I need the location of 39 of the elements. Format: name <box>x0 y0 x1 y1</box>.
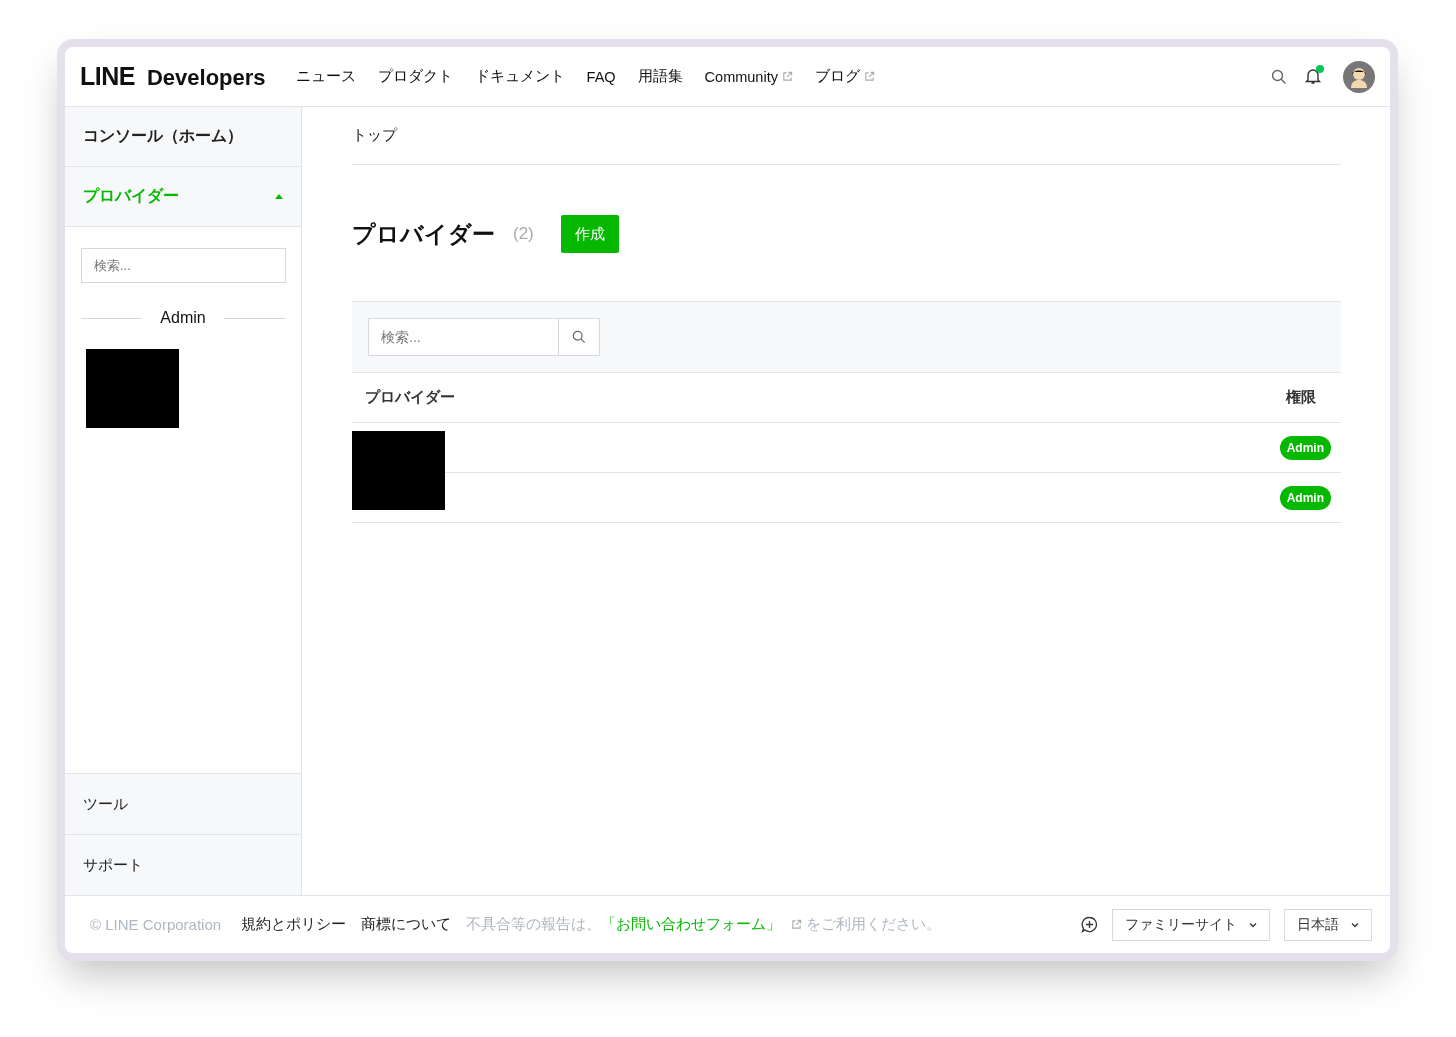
logo-subtitle[interactable]: Developers <box>146 65 266 91</box>
report-text: をご利用ください。 <box>806 915 942 934</box>
logo-text[interactable]: LINE <box>80 62 135 91</box>
search-field[interactable]: 検索... <box>368 318 559 356</box>
nav-link[interactable]: ドキュメント <box>474 67 565 86</box>
nav-link[interactable]: FAQ <box>586 68 616 85</box>
nav-link[interactable]: ニュース <box>295 67 356 86</box>
footer-link[interactable]: 商標について <box>361 915 452 934</box>
nav-link[interactable]: プロダクト <box>377 67 453 86</box>
group-label: Admin <box>160 309 206 327</box>
column-header: プロバイダー <box>365 388 455 407</box>
report-text: 不具合等の報告は、 <box>466 915 602 934</box>
page-title: プロバイダー <box>352 219 495 249</box>
search-icon <box>572 330 586 344</box>
nav-link[interactable]: 用語集 <box>637 67 683 86</box>
copyright-text: © LINE Corporation <box>90 916 222 933</box>
breadcrumb[interactable]: トップ <box>352 126 397 145</box>
footer-link[interactable]: 規約とポリシー <box>241 915 347 934</box>
sidebar-item[interactable]: コンソール（ホーム） <box>65 107 301 167</box>
external-link-icon <box>781 71 793 82</box>
external-link-icon <box>863 71 875 82</box>
sidebar-search-field[interactable]: 検索... <box>81 248 286 283</box>
chevron-down-icon <box>1351 921 1359 928</box>
sidebar-item[interactable]: サポート <box>65 834 301 895</box>
chat-plus-icon[interactable] <box>1081 916 1098 933</box>
avatar-icon[interactable] <box>1343 60 1375 93</box>
role-tag: Admin <box>1279 485 1331 510</box>
provider-count: (2) <box>513 224 534 244</box>
language-select[interactable]: 日本語 <box>1284 908 1372 941</box>
sidebar-item[interactable]: ツール <box>65 773 301 834</box>
search-button[interactable] <box>559 318 600 356</box>
nav-link[interactable]: ブログ <box>814 67 875 86</box>
column-header: 権限 <box>1286 388 1316 407</box>
family-site-select[interactable]: ファミリーサイト <box>1112 908 1270 941</box>
bell-icon[interactable] <box>1305 68 1321 85</box>
nav-link[interactable]: Community <box>704 68 793 85</box>
role-tag: Admin <box>1279 435 1331 460</box>
external-link-icon <box>791 919 803 930</box>
chevron-down-icon <box>1249 921 1257 928</box>
